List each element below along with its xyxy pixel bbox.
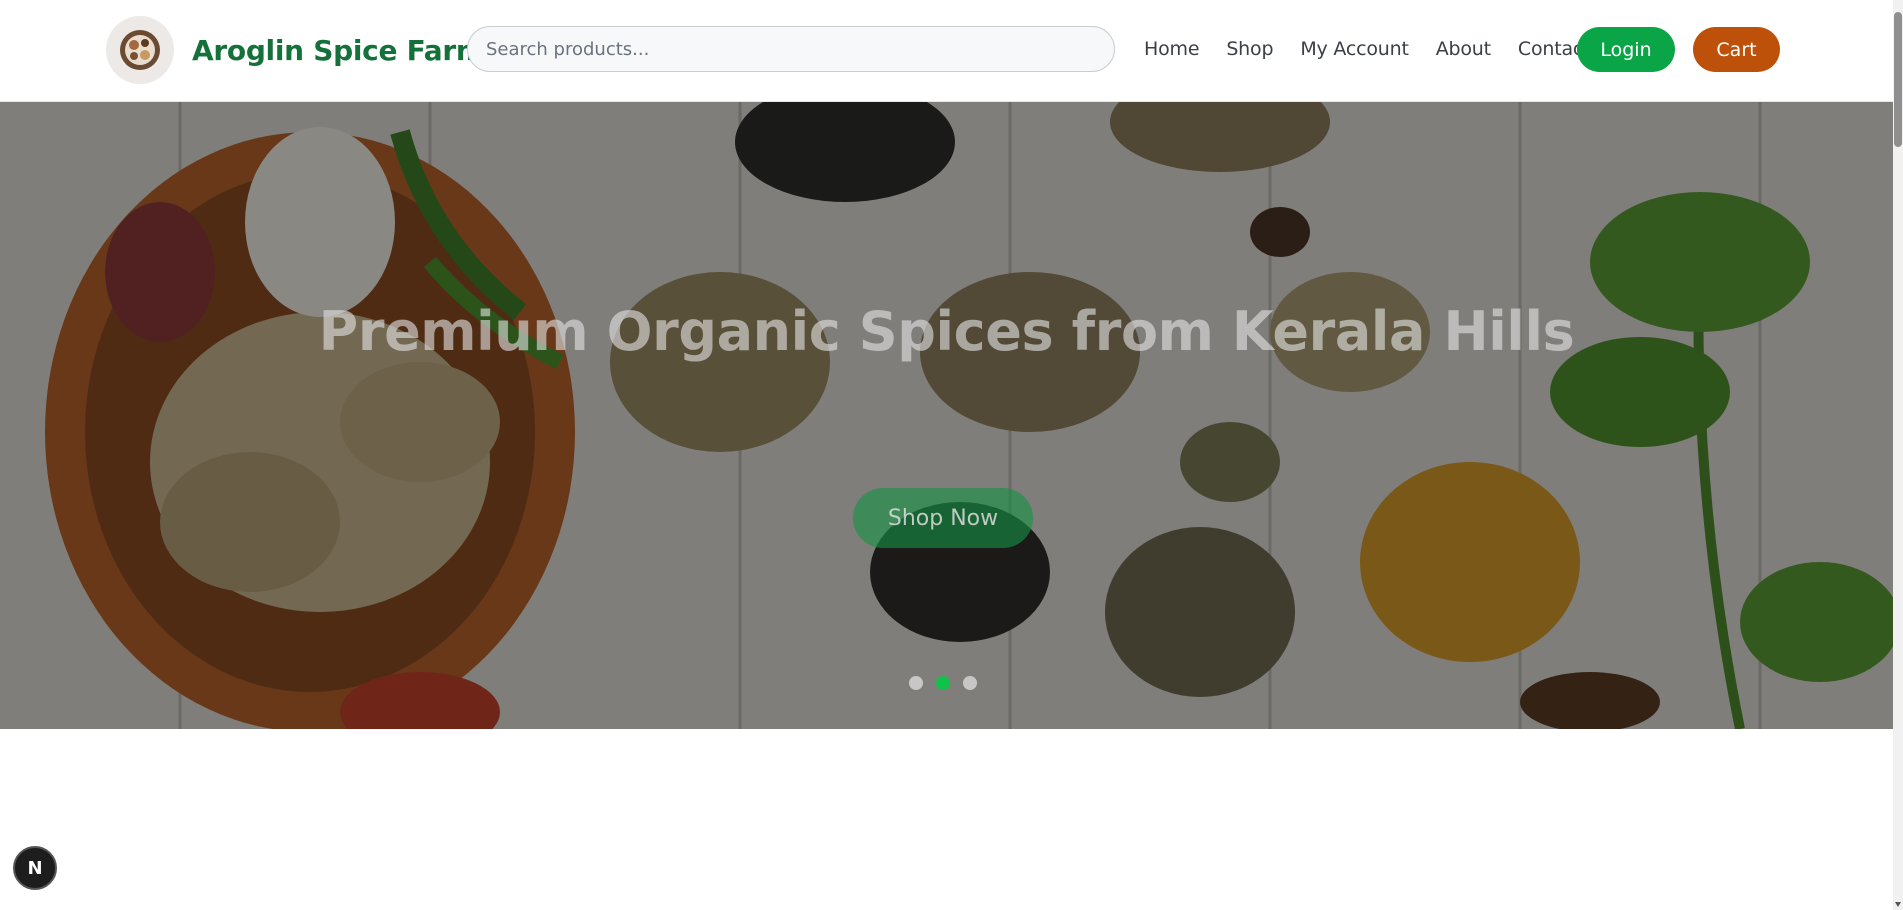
- page-scrollbar[interactable]: [1893, 0, 1903, 910]
- carousel-dot-1[interactable]: [909, 676, 923, 690]
- brand[interactable]: Aroglin Spice Farms: [106, 16, 501, 84]
- login-button[interactable]: Login: [1577, 27, 1675, 72]
- carousel-dots: [909, 676, 990, 690]
- search-input[interactable]: [467, 26, 1115, 72]
- main-nav: Home Shop My Account About Contact: [1144, 38, 1617, 60]
- scroll-down-arrow-icon[interactable]: [1895, 902, 1901, 907]
- carousel-dot-2[interactable]: [936, 676, 950, 690]
- nav-shop[interactable]: Shop: [1226, 38, 1273, 60]
- hero-overlay: [0, 102, 1893, 729]
- hero-carousel: Premium Organic Spices from Kerala Hills…: [0, 102, 1893, 729]
- brand-name[interactable]: Aroglin Spice Farms: [192, 34, 501, 67]
- nav-my-account[interactable]: My Account: [1300, 38, 1409, 60]
- dev-tools-badge[interactable]: N: [13, 846, 57, 890]
- spice-bowl-logo-icon[interactable]: [106, 16, 174, 84]
- cart-button[interactable]: Cart: [1693, 27, 1780, 72]
- shop-now-button[interactable]: Shop Now: [853, 488, 1033, 548]
- carousel-dot-3[interactable]: [963, 676, 977, 690]
- scrollbar-thumb[interactable]: [1894, 12, 1902, 147]
- nav-about[interactable]: About: [1436, 38, 1491, 60]
- nav-home[interactable]: Home: [1144, 38, 1200, 60]
- hero-title: Premium Organic Spices from Kerala Hills: [318, 300, 1575, 363]
- site-header: Aroglin Spice Farms Home Shop My Account…: [0, 0, 1893, 102]
